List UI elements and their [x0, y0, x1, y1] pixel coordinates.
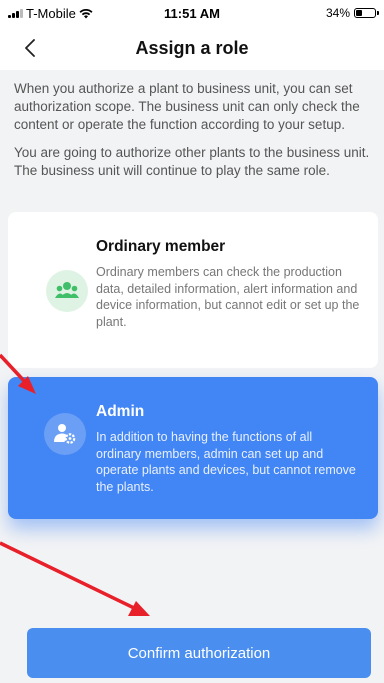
role-card-ordinary-member[interactable]: Ordinary member Ordinary members can che… [8, 212, 378, 368]
role-card-admin[interactable]: Admin In addition to having the function… [8, 377, 378, 519]
intro-paragraph-2: You are going to authorize other plants … [14, 145, 370, 178]
battery-icon [354, 8, 379, 18]
role-title-ordinary-member: Ordinary member [96, 238, 226, 255]
status-bar: T-Mobile 11:51 AM 34% [0, 0, 384, 26]
status-time: 11:51 AM [164, 5, 220, 21]
page-title: Assign a role [135, 37, 249, 58]
battery-fill [356, 10, 362, 16]
admin-gear-icon [44, 413, 86, 455]
role-title-admin: Admin [96, 403, 145, 420]
confirm-authorization-button[interactable]: Confirm authorization [27, 628, 371, 678]
chevron-left-icon [25, 39, 35, 57]
group-icon [46, 270, 88, 312]
role-description-admin: In addition to having the functions of a… [96, 430, 356, 494]
role-description-ordinary-member: Ordinary members can check the productio… [96, 265, 360, 329]
back-button[interactable] [16, 34, 44, 62]
nav-bar: Assign a role [0, 26, 384, 70]
intro-paragraph-1: When you authorize a plant to business u… [14, 81, 360, 132]
main-content: When you authorize a plant to business u… [0, 70, 384, 683]
